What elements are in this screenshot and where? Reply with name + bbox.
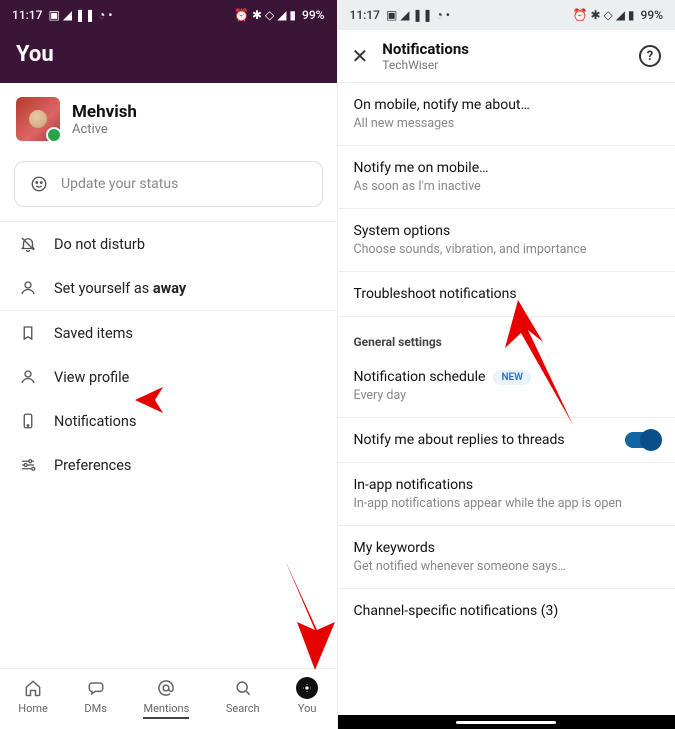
setting-sub: Every day [354,388,660,403]
menu-dnd-label: Do not disturb [54,236,145,253]
menu-notifications-label: Notifications [54,413,136,430]
setting-title: Troubleshoot notifications [354,286,660,302]
you-icon [296,677,318,699]
setting-in-app[interactable]: In-app notifications In-app notification… [338,463,675,526]
setting-title: Notify me about replies to threads [354,432,565,448]
setting-title: Notify me on mobile… [354,160,660,176]
setting-title: My keywords [354,540,660,556]
status-time: 11:17 [350,8,380,22]
you-header: You [0,30,337,83]
nav-mentions[interactable]: Mentions [143,677,189,719]
setting-mobile-notify[interactable]: On mobile, notify me about… All new mess… [338,83,675,146]
nav-home-label: Home [18,702,48,715]
bell-off-icon [18,234,38,254]
status-battery: 99% [302,8,324,22]
notifications-header: ✕ Notifications TechWiser ? [338,30,675,83]
menu-view-profile-label: View profile [54,369,129,386]
setting-schedule[interactable]: Notification scheduleNEW Every day [338,355,675,418]
bookmark-icon [18,323,38,343]
nav-search-label: Search [226,702,260,715]
setting-title: In-app notifications [354,477,660,493]
new-badge: NEW [493,370,531,385]
status-bar-right: 11:17 ▣ ◢ ❚❚ ◔ • ⏰ ✱ ◇ ◢ ▮ 99% [338,0,675,30]
setting-sub: In-app notifications appear while the ap… [354,496,660,511]
menu-away[interactable]: Set yourself as away [0,266,337,310]
menu-saved[interactable]: Saved items [0,311,337,355]
setting-channel-specific[interactable]: Channel-specific notifications (3) [338,589,675,633]
status-placeholder: Update your status [61,176,178,192]
person-icon [18,367,38,387]
nav-handle[interactable] [338,715,675,729]
close-icon[interactable]: ✕ [352,44,369,68]
annotation-arrow-you-tab [275,560,345,670]
nav-search[interactable]: Search [226,677,260,719]
nav-home[interactable]: Home [18,677,48,719]
smile-icon [29,174,49,194]
home-icon [22,677,44,699]
nav-dms-label: DMs [84,702,107,715]
status-right-icons: ⏰ ✱ ◇ ◢ ▮ [573,9,635,21]
threads-toggle[interactable] [625,432,659,448]
search-icon [232,677,254,699]
setting-keywords[interactable]: My keywords Get notified whenever someon… [338,526,675,589]
menu-dnd[interactable]: Do not disturb [0,222,337,266]
setting-threads[interactable]: Notify me about replies to threads [338,418,675,463]
setting-notify-on-mobile[interactable]: Notify me on mobile… As soon as I'm inac… [338,146,675,209]
setting-troubleshoot[interactable]: Troubleshoot notifications [338,272,675,317]
menu-preferences-label: Preferences [54,457,131,474]
setting-system-options[interactable]: System options Choose sounds, vibration,… [338,209,675,272]
bottom-nav: Home DMs Mentions Search You [0,668,337,729]
nav-you[interactable]: You [296,677,318,719]
header-title: Notifications [382,40,625,58]
setting-title: On mobile, notify me about… [354,97,660,113]
setting-title: System options [354,223,660,239]
header-subtitle: TechWiser [382,58,625,72]
menu-view-profile[interactable]: View profile [0,355,337,399]
profile-name: Mehvish [72,102,137,122]
help-icon[interactable]: ? [639,45,661,67]
setting-title: Notification scheduleNEW [354,369,660,385]
section-general: General settings [338,317,675,355]
status-left-icons: ▣ ◢ ❚❚ ◔ • [48,9,112,21]
menu-saved-label: Saved items [54,325,133,342]
setting-sub: As soon as I'm inactive [354,179,660,194]
menu-notifications[interactable]: Notifications [0,399,337,443]
profile-row[interactable]: Mehvish Active [0,83,337,155]
status-right-icons: ⏰ ✱ ◇ ◢ ▮ [234,9,296,21]
phone-bell-icon [18,411,38,431]
status-left-icons: ▣ ◢ ❚❚ ◔ • [386,9,450,21]
status-time: 11:17 [12,8,42,22]
setting-sub: Choose sounds, vibration, and importance [354,242,660,257]
at-icon [155,677,177,699]
avatar [16,97,60,141]
nav-you-label: You [298,702,317,715]
dms-icon [85,677,107,699]
menu-preferences[interactable]: Preferences [0,443,337,487]
sliders-icon [18,455,38,475]
setting-sub: Get notified whenever someone says… [354,559,660,574]
nav-dms[interactable]: DMs [84,677,107,719]
person-away-icon [18,278,38,298]
setting-sub: All new messages [354,116,660,131]
setting-title: Channel-specific notifications (3) [354,603,660,619]
update-status-button[interactable]: Update your status [14,161,323,207]
page-title: You [16,42,321,67]
profile-status: Active [72,122,137,137]
nav-mentions-label: Mentions [143,702,189,719]
menu-away-label: Set yourself as away [54,280,186,297]
status-bar-left: 11:17 ▣ ◢ ❚❚ ◔ • ⏰ ✱ ◇ ◢ ▮ 99% [0,0,337,30]
status-battery: 99% [641,8,663,22]
